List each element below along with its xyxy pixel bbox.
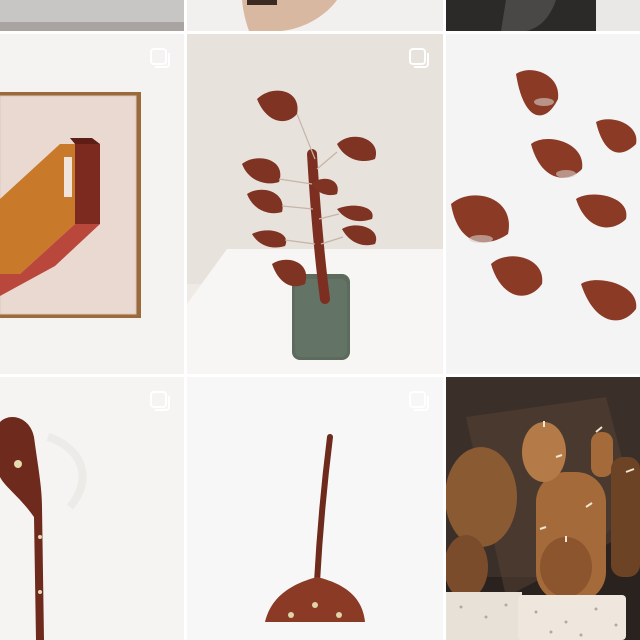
multiple-posts-icon: [407, 389, 431, 413]
multiple-posts-icon: [148, 46, 172, 70]
post-top-middle-partial[interactable]: [187, 0, 443, 31]
post-wall-leaves[interactable]: [446, 34, 640, 374]
post-wall-leaf-hook-front[interactable]: [187, 377, 443, 640]
profile-post-grid: [0, 0, 640, 640]
post-image: [0, 0, 184, 31]
post-framed-relief-art[interactable]: [0, 34, 184, 374]
post-wall-leaf-hook-side[interactable]: [0, 377, 184, 640]
post-wooden-leaf-plant[interactable]: [187, 34, 443, 374]
post-image: [446, 377, 640, 640]
post-image: [0, 377, 184, 640]
post-top-left-partial[interactable]: [0, 0, 184, 31]
post-image: [446, 34, 640, 374]
post-top-right-partial[interactable]: [446, 0, 640, 31]
multiple-posts-icon: [407, 46, 431, 70]
post-image: [187, 377, 443, 640]
post-wooden-cacti[interactable]: [446, 377, 640, 640]
multiple-posts-icon: [148, 389, 172, 413]
post-image: [446, 0, 640, 31]
post-image: [0, 34, 184, 374]
post-image: [187, 34, 443, 374]
post-image: [187, 0, 443, 31]
